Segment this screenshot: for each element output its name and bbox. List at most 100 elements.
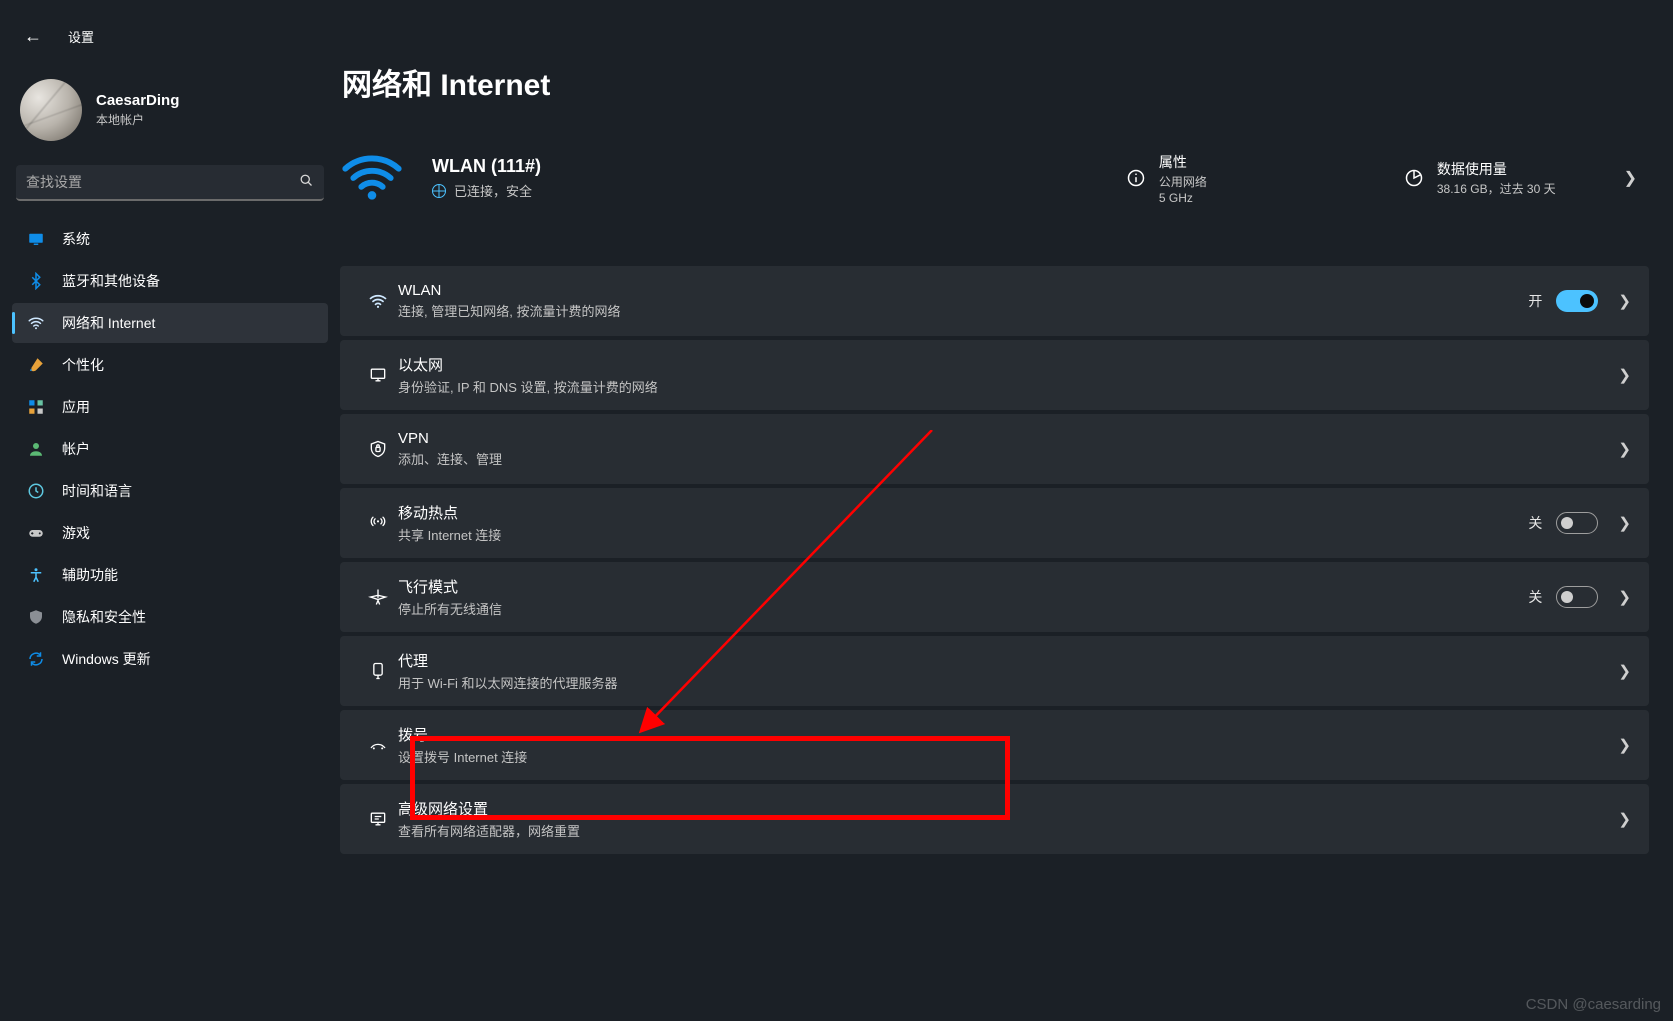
chevron-right-icon: ❯: [1612, 662, 1631, 680]
user-icon: [26, 439, 46, 459]
pie-icon: [1403, 167, 1425, 189]
card-hotspot[interactable]: 移动热点共享 Internet 连接关❯: [340, 488, 1649, 558]
game-icon: [26, 523, 46, 543]
sidebar-item-time[interactable]: 时间和语言: [12, 471, 328, 511]
props-line2: 5 GHz: [1159, 191, 1207, 205]
sidebar-item-label: 个性化: [62, 355, 104, 375]
sidebar-item-label: 隐私和安全性: [62, 607, 146, 627]
search-input[interactable]: [26, 174, 299, 190]
chevron-right-icon: ❯: [1612, 292, 1631, 310]
profile-block[interactable]: CaesarDing 本地帐户: [8, 65, 332, 159]
sidebar-item-system[interactable]: 系统: [12, 219, 328, 259]
card-title: VPN: [398, 430, 502, 447]
sidebar-item-label: 应用: [62, 397, 90, 417]
sidebar-item-bluetooth[interactable]: 蓝牙和其他设备: [12, 261, 328, 301]
search-icon: [299, 173, 314, 192]
toggle-label: 关: [1528, 513, 1542, 533]
card-sub: 添加、连接、管理: [398, 449, 502, 468]
card-title: 移动热点: [398, 502, 501, 523]
card-title: 代理: [398, 650, 618, 671]
card-airplane[interactable]: 飞行模式停止所有无线通信 关 ❯: [340, 562, 1649, 632]
card-eth[interactable]: 以太网身份验证, IP 和 DNS 设置, 按流量计费的网络 ❯: [340, 340, 1649, 410]
sidebar-item-personalize[interactable]: 个性化: [12, 345, 328, 385]
card-title: 拨号: [398, 724, 527, 745]
a11y-icon: [26, 565, 46, 585]
proxy-icon: [358, 661, 398, 681]
profile-name: CaesarDing: [96, 92, 179, 109]
props-line1: 公用网络: [1159, 173, 1207, 190]
clock-icon: [26, 481, 46, 501]
card-title: 飞行模式: [398, 576, 502, 597]
sidebar-item-label: 辅助功能: [62, 565, 118, 585]
sidebar-item-update[interactable]: Windows 更新: [12, 639, 328, 679]
chevron-right-icon: ❯: [1612, 736, 1631, 754]
toggle-wlan[interactable]: [1556, 290, 1598, 312]
sidebar-item-label: 帐户: [62, 439, 90, 459]
connection-status: 已连接，安全: [454, 181, 532, 200]
info-icon: [1125, 167, 1147, 189]
card-title: WLAN: [398, 282, 620, 299]
sidebar-item-privacy[interactable]: 隐私和安全性: [12, 597, 328, 637]
card-sub: 用于 Wi-Fi 和以太网连接的代理服务器: [398, 673, 618, 692]
props-title: 属性: [1159, 152, 1207, 172]
avatar: [20, 79, 82, 141]
vpn-icon: [358, 439, 398, 459]
sidebar-item-gaming[interactable]: 游戏: [12, 513, 328, 553]
wifi-large-icon: [340, 146, 404, 210]
update-icon: [26, 649, 46, 669]
sidebar-item-label: 蓝牙和其他设备: [62, 271, 160, 291]
sidebar-item-accounts[interactable]: 帐户: [12, 429, 328, 469]
toggle-label: 开: [1528, 291, 1542, 311]
sidebar-item-network[interactable]: 网络和 Internet: [12, 303, 328, 343]
hotspot-icon: [358, 513, 398, 533]
eth-icon: [358, 365, 398, 385]
search-box[interactable]: [16, 165, 324, 201]
chevron-right-icon: ❯: [1612, 514, 1631, 532]
shield-icon: [26, 607, 46, 627]
usage-line1: 38.16 GB，过去 30 天: [1437, 180, 1556, 197]
window-title: 设置: [68, 27, 94, 46]
chevron-right-icon: ❯: [1612, 366, 1631, 384]
apps-icon: [26, 397, 46, 417]
card-sub: 查看所有网络适配器，网络重置: [398, 821, 580, 840]
advanced-icon: [358, 809, 398, 829]
chevron-right-icon: ❯: [1612, 810, 1631, 828]
card-title: 高级网络设置: [398, 798, 580, 819]
toggle-hotspot[interactable]: [1556, 512, 1598, 534]
sidebar-item-label: 网络和 Internet: [62, 313, 155, 333]
card-dialup[interactable]: 拨号设置拨号 Internet 连接 ❯: [340, 710, 1649, 780]
page-title: 网络和 Internet: [340, 60, 1649, 104]
sidebar-item-apps[interactable]: 应用: [12, 387, 328, 427]
usage-chevron[interactable]: ❯: [1584, 168, 1649, 188]
toggle-airplane[interactable]: [1556, 586, 1598, 608]
sidebar-item-label: Windows 更新: [62, 649, 151, 669]
wifi-icon: [26, 313, 46, 333]
card-advanced[interactable]: 高级网络设置查看所有网络适配器，网络重置 ❯: [340, 784, 1649, 854]
monitor-icon: [26, 229, 46, 249]
dialup-icon: [358, 735, 398, 755]
back-button[interactable]: ←: [20, 22, 46, 51]
sidebar-item-label: 时间和语言: [62, 481, 132, 501]
brush-icon: [26, 355, 46, 375]
airplane-icon: [358, 587, 398, 607]
card-sub: 设置拨号 Internet 连接: [398, 747, 527, 766]
card-wlan[interactable]: WLAN连接, 管理已知网络, 按流量计费的网络开❯: [340, 266, 1649, 336]
properties-block[interactable]: 属性 公用网络 5 GHz: [1125, 152, 1207, 205]
data-usage-block[interactable]: 数据使用量 38.16 GB，过去 30 天: [1403, 159, 1556, 197]
chevron-right-icon: ❯: [1612, 588, 1631, 606]
sidebar-item-label: 游戏: [62, 523, 90, 543]
card-title: 以太网: [398, 354, 658, 375]
chevron-right-icon: ❯: [1612, 440, 1631, 458]
card-sub: 停止所有无线通信: [398, 599, 502, 618]
ssid-label: WLAN (111#): [432, 156, 541, 177]
card-vpn[interactable]: VPN 添加、连接、管理 ❯: [340, 414, 1649, 484]
toggle-label: 关: [1528, 587, 1542, 607]
sidebar-item-label: 系统: [62, 229, 90, 249]
profile-sub: 本地帐户: [96, 111, 179, 128]
globe-icon: [432, 184, 446, 198]
sidebar-item-a11y[interactable]: 辅助功能: [12, 555, 328, 595]
card-proxy[interactable]: 代理用于 Wi-Fi 和以太网连接的代理服务器 ❯: [340, 636, 1649, 706]
usage-title: 数据使用量: [1437, 159, 1556, 179]
watermark: CSDN @caesarding: [1526, 996, 1661, 1013]
card-sub: 身份验证, IP 和 DNS 设置, 按流量计费的网络: [398, 377, 658, 396]
